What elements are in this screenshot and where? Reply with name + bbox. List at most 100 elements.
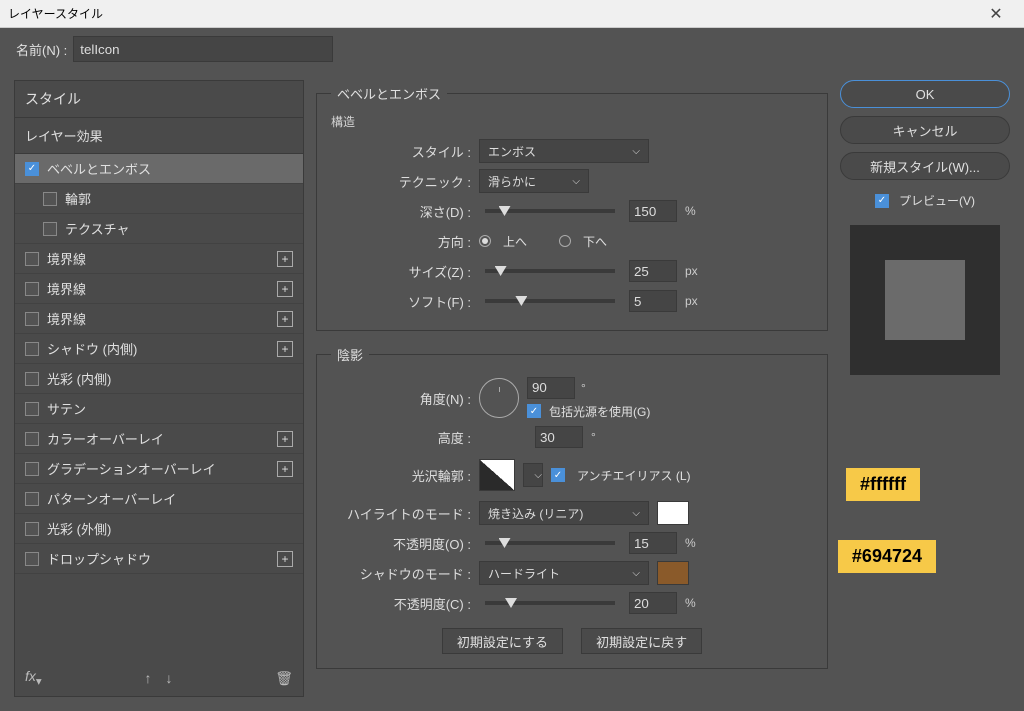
add-effect-icon[interactable]: +	[277, 551, 293, 567]
direction-label: 方向 :	[331, 232, 471, 251]
style-item-13[interactable]: ドロップシャドウ +	[15, 544, 303, 574]
reset-default-button[interactable]: 初期設定に戻す	[581, 628, 702, 654]
gloss-contour[interactable]	[479, 459, 515, 491]
style-item-label: パターンオーバーレイ	[47, 489, 176, 508]
styles-header[interactable]: スタイル	[15, 81, 303, 118]
direction-down-radio[interactable]	[559, 235, 571, 247]
size-label: サイズ(Z) :	[331, 262, 471, 281]
soft-slider[interactable]	[485, 299, 615, 303]
add-effect-icon[interactable]: +	[277, 251, 293, 267]
style-checkbox[interactable]	[25, 252, 39, 266]
altitude-input[interactable]	[535, 426, 583, 448]
antialias-label: アンチエイリアス (L)	[577, 467, 691, 484]
antialias-checkbox[interactable]	[551, 468, 565, 482]
bevel-fieldset: ベベルとエンボス 構造 スタイル : エンボス⌵ テクニック : 滑らかに⌵ 深…	[316, 84, 828, 331]
style-item-5[interactable]: 境界線 +	[15, 304, 303, 334]
style-checkbox[interactable]	[25, 432, 39, 446]
trash-icon[interactable]: 🗑	[275, 670, 293, 687]
preview-checkbox[interactable]	[875, 194, 889, 208]
style-item-3[interactable]: 境界線+	[15, 244, 303, 274]
style-checkbox[interactable]	[43, 192, 57, 206]
add-effect-icon[interactable]: +	[277, 341, 293, 357]
add-effect-icon[interactable]: +	[277, 461, 293, 477]
gloss-dropdown[interactable]: ⌵	[523, 463, 543, 487]
arrow-down-icon[interactable]: ↓	[165, 670, 172, 686]
technique-dropdown[interactable]: 滑らかに⌵	[479, 169, 589, 193]
style-item-6[interactable]: シャドウ (内側)+	[15, 334, 303, 364]
gloss-label: 光沢輪郭 :	[331, 466, 471, 485]
technique-label: テクニック :	[331, 172, 471, 191]
shadow-color-swatch[interactable]	[657, 561, 689, 585]
shadow-mode-dropdown[interactable]: ハードライト⌵	[479, 561, 649, 585]
ok-button[interactable]: OK	[840, 80, 1010, 108]
style-item-label: 境界線	[47, 309, 86, 328]
highlight-opacity-input[interactable]	[629, 532, 677, 554]
style-item-label: カラーオーバーレイ	[47, 429, 164, 448]
direction-down-label: 下へ	[583, 233, 607, 250]
size-slider[interactable]	[485, 269, 615, 273]
highlight-opacity-slider[interactable]	[485, 541, 615, 545]
style-item-label: 光彩 (外側)	[47, 519, 111, 538]
style-item-label: ベベルとエンボス	[47, 159, 151, 178]
style-item-2[interactable]: テクスチャ	[15, 214, 303, 244]
style-item-12[interactable]: 光彩 (外側)	[15, 514, 303, 544]
add-effect-icon[interactable]: +	[277, 431, 293, 447]
shadow-opacity-slider[interactable]	[485, 601, 615, 605]
make-default-button[interactable]: 初期設定にする	[442, 628, 563, 654]
angle-dial[interactable]	[479, 378, 519, 418]
altitude-label: 高度 :	[331, 428, 471, 447]
close-icon[interactable]: ✕	[976, 4, 1016, 24]
layer-effects-item[interactable]: レイヤー効果	[15, 118, 303, 154]
depth-unit: %	[685, 204, 696, 218]
style-checkbox[interactable]	[25, 522, 39, 536]
styles-footer: fx▾ ↑ ↓ 🗑	[15, 660, 303, 696]
shadow-opacity-input[interactable]	[629, 592, 677, 614]
cancel-button[interactable]: キャンセル	[840, 116, 1010, 144]
style-item-11[interactable]: パターンオーバーレイ	[15, 484, 303, 514]
highlight-color-swatch[interactable]	[657, 501, 689, 525]
style-item-label: 光彩 (内側)	[47, 369, 111, 388]
highlight-opacity-label: 不透明度(O) :	[331, 534, 471, 553]
callout-highlight: #ffffff	[846, 468, 920, 501]
style-checkbox[interactable]	[25, 162, 39, 176]
style-item-1[interactable]: 輪郭	[15, 184, 303, 214]
style-checkbox[interactable]	[25, 552, 39, 566]
new-style-button[interactable]: 新規スタイル(W)...	[840, 152, 1010, 180]
name-row: 名前(N) :	[0, 28, 1024, 66]
highlight-mode-dropdown[interactable]: 焼き込み (リニア)⌵	[479, 501, 649, 525]
style-checkbox[interactable]	[25, 282, 39, 296]
angle-input[interactable]	[527, 377, 575, 399]
style-item-10[interactable]: グラデーションオーバーレイ+	[15, 454, 303, 484]
add-effect-icon[interactable]: +	[277, 311, 293, 327]
fx-icon[interactable]: fx▾	[25, 668, 42, 688]
style-item-7[interactable]: 光彩 (内側)	[15, 364, 303, 394]
style-item-label: ドロップシャドウ	[47, 549, 151, 568]
bevel-legend: ベベルとエンボス	[331, 84, 447, 103]
style-checkbox[interactable]	[43, 222, 57, 236]
style-checkbox[interactable]	[25, 372, 39, 386]
style-checkbox[interactable]	[25, 312, 39, 326]
shadow-opacity-label: 不透明度(C) :	[331, 594, 471, 613]
style-item-label: 境界線	[47, 279, 86, 298]
style-checkbox[interactable]	[25, 342, 39, 356]
style-item-9[interactable]: カラーオーバーレイ +	[15, 424, 303, 454]
direction-up-label: 上へ	[503, 233, 527, 250]
add-effect-icon[interactable]: +	[277, 281, 293, 297]
style-item-4[interactable]: 境界線 +	[15, 274, 303, 304]
depth-slider[interactable]	[485, 209, 615, 213]
size-input[interactable]	[629, 260, 677, 282]
depth-input[interactable]	[629, 200, 677, 222]
soft-label: ソフト(F) :	[331, 292, 471, 311]
name-input[interactable]	[73, 36, 333, 62]
soft-input[interactable]	[629, 290, 677, 312]
style-item-0[interactable]: ベベルとエンボス	[15, 154, 303, 184]
style-dropdown[interactable]: エンボス⌵	[479, 139, 649, 163]
soft-unit: px	[685, 294, 698, 308]
direction-up-radio[interactable]	[479, 235, 491, 247]
style-checkbox[interactable]	[25, 462, 39, 476]
arrow-up-icon[interactable]: ↑	[144, 670, 151, 686]
style-item-8[interactable]: サテン	[15, 394, 303, 424]
style-checkbox[interactable]	[25, 402, 39, 416]
global-light-checkbox[interactable]	[527, 404, 541, 418]
style-checkbox[interactable]	[25, 492, 39, 506]
